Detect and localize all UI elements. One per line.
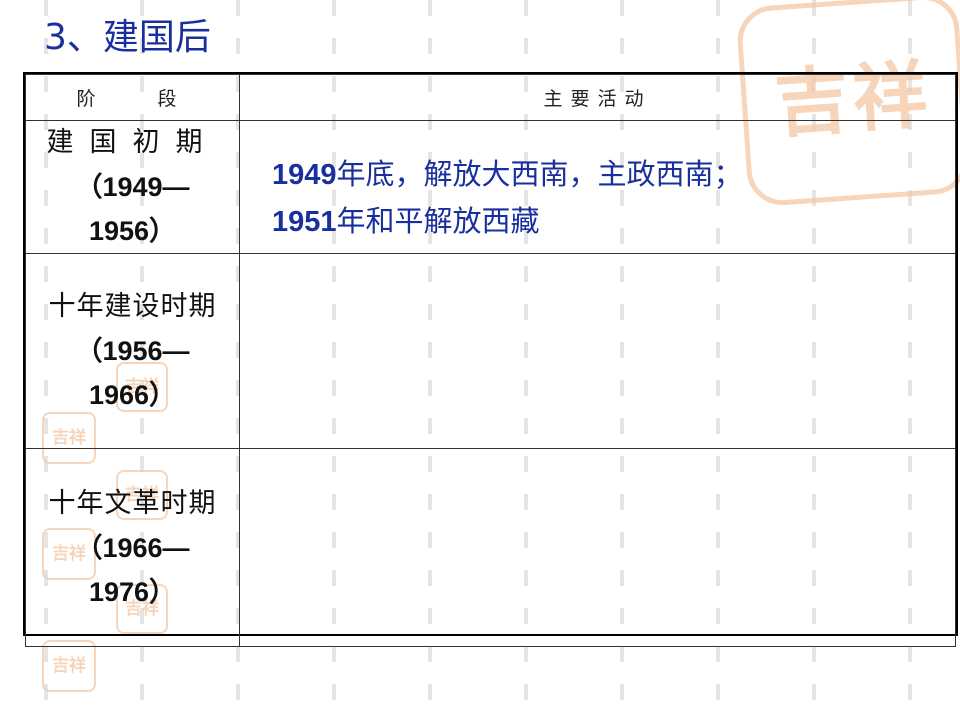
activity-text: 年和平解放西藏 xyxy=(336,204,540,238)
activity-year: 1951 xyxy=(272,206,337,238)
stage-years-start: （1966— xyxy=(75,532,190,563)
stage-years-end: 1976） xyxy=(88,576,177,607)
stage-cell: 十年建设时期 （1956— 1966） xyxy=(25,253,240,449)
stage-name: 十年文革时期 xyxy=(48,487,217,519)
activity-cell-empty xyxy=(239,448,956,647)
stage-cell: 十年文革时期 （1966— 1976） xyxy=(25,448,240,647)
slide-heading: 3、建国后 xyxy=(44,17,211,58)
table-row: 建国初期 （1949— 1956） 1949年底，解放大西南，主政西南； 195… xyxy=(25,120,956,254)
activity-cell-empty xyxy=(239,253,956,449)
activity-line: 1951年和平解放西藏 xyxy=(272,198,955,245)
auspicious-seal-watermark: 吉祥 xyxy=(42,640,96,692)
stage-activity-table: 阶段 主要活动 建国初期 （1949— 1956） 1949年底，解放大西南，主… xyxy=(23,72,958,647)
stage-cell: 建国初期 （1949— 1956） xyxy=(25,120,240,254)
activity-line: 1949年底，解放大西南，主政西南； xyxy=(272,151,955,198)
stage-years-end: 1966） xyxy=(88,380,177,410)
stage-name: 十年建设时期 xyxy=(48,291,217,322)
activity-cell: 1949年底，解放大西南，主政西南； 1951年和平解放西藏 xyxy=(239,120,956,254)
stage-column-header: 阶段 xyxy=(25,74,240,121)
activity-text: 年底，解放大西南，主政西南； xyxy=(336,157,743,191)
activity-column-header: 主要活动 xyxy=(239,74,956,121)
table-row: 十年建设时期 （1956— 1966） xyxy=(25,253,956,449)
stage-years-end: 1956） xyxy=(88,216,177,246)
activity-year: 1949 xyxy=(272,159,337,191)
table-row: 十年文革时期 （1966— 1976） xyxy=(25,448,956,647)
stage-years-start: （1949— xyxy=(75,172,190,202)
stage-name: 建国初期 xyxy=(46,127,219,158)
stage-years-start: （1956— xyxy=(75,336,190,366)
table-header-row: 阶段 主要活动 xyxy=(25,74,956,121)
